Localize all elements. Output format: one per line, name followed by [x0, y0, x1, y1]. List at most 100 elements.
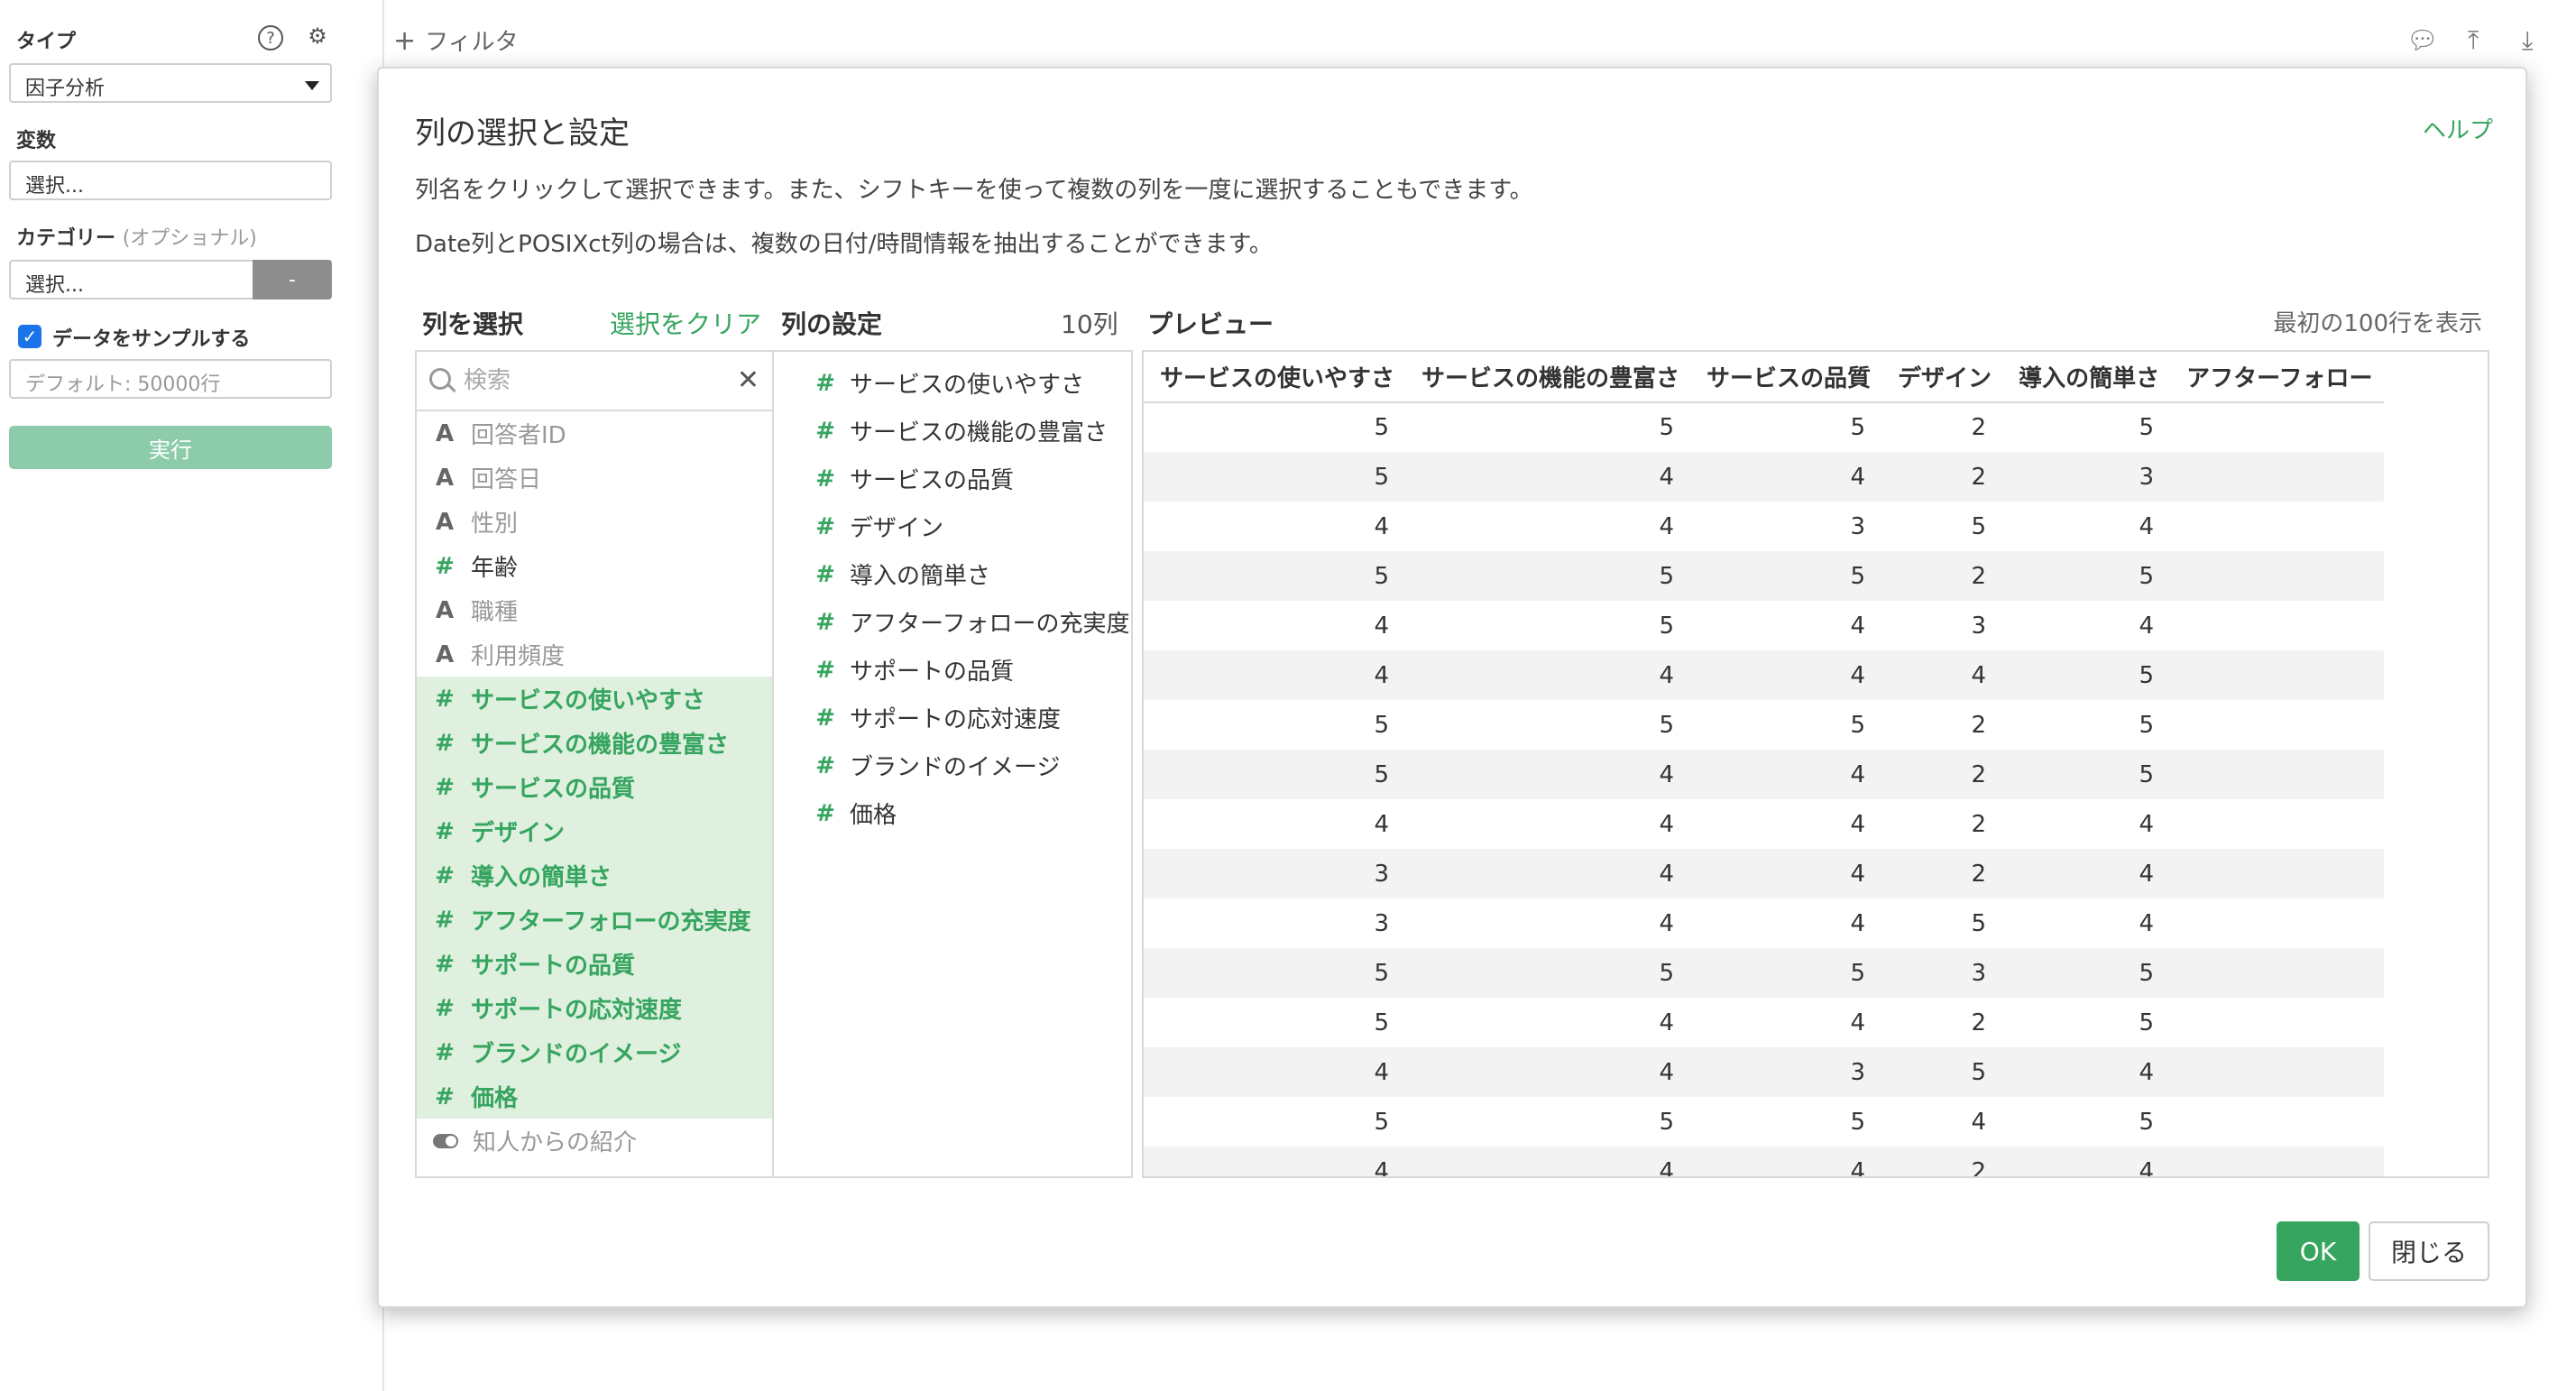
- upload-icon[interactable]: ⤒: [2468, 25, 2479, 56]
- preview-row: 5 5 5 4 5: [1144, 1097, 2384, 1147]
- preview-cell: 4: [1659, 1009, 1675, 1036]
- column-list-item[interactable]: # ブランドのイメージ: [417, 1030, 772, 1074]
- preview-panel[interactable]: サービスの使いやすさ サービスの機能の豊富さ サービスの品質 デザイン 導入の簡単さ アフ…: [1142, 350, 2489, 1178]
- preview-cell: 5: [1971, 512, 1987, 540]
- ok-button[interactable]: OK: [2277, 1221, 2360, 1281]
- close-button[interactable]: 閉じる: [2369, 1221, 2489, 1281]
- column-search-input[interactable]: [464, 361, 716, 401]
- category-optional: (オプショナル): [122, 227, 257, 250]
- column-list-item[interactable]: A 利用頻度: [417, 632, 772, 677]
- preview-row: 3 4 4 5 4: [1144, 898, 2384, 948]
- sample-size-input[interactable]: デフォルト: 50000行: [9, 359, 332, 399]
- preview-cell: 5: [1374, 1009, 1390, 1036]
- preview-cell: [2170, 452, 2384, 502]
- variable-select[interactable]: 選択...: [9, 161, 332, 200]
- preview-cell: 5: [1971, 909, 1987, 937]
- column-list-item[interactable]: # サービスの品質: [417, 765, 772, 809]
- column-list-item-label: 価格: [471, 1085, 519, 1112]
- type-select[interactable]: 因子分析: [9, 63, 332, 103]
- preview-note: 最初の100行を表示: [2273, 310, 2482, 337]
- sample-checkbox-label[interactable]: データをサンプルする: [52, 323, 250, 352]
- numeric-type-icon: #: [815, 799, 835, 827]
- column-setting-label: アフターフォローの充実度: [850, 611, 1130, 638]
- preview-cell: 3: [2002, 452, 2171, 502]
- clear-selection-link[interactable]: 選択をクリア: [610, 305, 761, 341]
- column-list-item[interactable]: # 年齢: [417, 544, 772, 588]
- column-setting-item[interactable]: # サポートの応対速度: [774, 694, 1131, 742]
- preview-cell: 5: [2139, 414, 2155, 441]
- column-list-item-label: サポートの応対速度: [471, 997, 683, 1024]
- column-list-item[interactable]: A 職種: [417, 588, 772, 632]
- preview-cell: 3: [1144, 849, 1406, 898]
- preview-cell: 4: [1971, 1108, 1987, 1136]
- numeric-type-icon: #: [435, 729, 455, 757]
- preview-cell: 4: [1405, 452, 1691, 502]
- add-filter-button[interactable]: + フィルタ: [393, 23, 519, 57]
- preview-row: 54425: [1144, 750, 2384, 799]
- column-setting-item[interactable]: # サービスの品質: [774, 455, 1131, 502]
- category-clear-button[interactable]: -: [253, 260, 332, 299]
- column-list-item[interactable]: # サポートの応対速度: [417, 986, 772, 1030]
- comment-icon[interactable]: 💬︎: [2406, 25, 2439, 55]
- preview-cell: 4: [1850, 909, 1866, 937]
- preview-cell: 5: [1405, 551, 1691, 601]
- column-list-item[interactable]: A 性別: [417, 500, 772, 544]
- preview-cell: [2170, 402, 2383, 452]
- preview-cell: 5: [2002, 650, 2171, 700]
- column-setting-item[interactable]: # サポートの品質: [774, 646, 1131, 694]
- download-icon[interactable]: ⤓: [2522, 25, 2533, 56]
- numeric-type-icon: #: [435, 773, 455, 801]
- column-list-item[interactable]: # 導入の簡単さ: [417, 853, 772, 898]
- preview-cell: 2: [1971, 414, 1987, 441]
- preview-cell: 5: [1659, 612, 1675, 640]
- preview-cell: 5: [2139, 711, 2155, 739]
- run-button[interactable]: 実行: [9, 426, 332, 469]
- column-list-item[interactable]: # サービスの機能の豊富さ: [417, 721, 772, 765]
- column-setting-item[interactable]: # サービスの使いやすさ: [774, 359, 1131, 407]
- preview-row: 54425: [1144, 998, 2384, 1047]
- preview-cell: [2170, 601, 2383, 650]
- column-list-item[interactable]: A 回答者ID: [417, 411, 772, 456]
- preview-column-header: サービスの品質: [1690, 352, 1882, 403]
- column-settings-title: 列の設定: [781, 309, 883, 339]
- preview-cell: 5: [2002, 948, 2171, 998]
- column-list-item[interactable]: # アフターフォローの充実度: [417, 898, 772, 942]
- preview-cell: 4: [1850, 810, 1866, 838]
- column-list-item[interactable]: A 回答日: [417, 456, 772, 500]
- left-panel: タイプ ? ⚙ 因子分析 変数 選択... カテゴリー (オプショナル) 選択.…: [0, 0, 384, 1391]
- preview-cell: 5: [1850, 414, 1866, 441]
- preview-cell: 4: [2139, 909, 2155, 937]
- column-setting-label: サービスの機能の豊富さ: [850, 419, 1109, 447]
- column-setting-item[interactable]: # ブランドのイメージ: [774, 742, 1131, 789]
- column-setting-item[interactable]: # デザイン: [774, 502, 1131, 550]
- preview-cell: 4: [1659, 810, 1675, 838]
- preview-cell: 5: [1405, 948, 1691, 998]
- category-select[interactable]: 選択...: [9, 260, 254, 299]
- column-setting-label: サポートの応対速度: [850, 706, 1062, 733]
- column-list-item[interactable]: # デザイン: [417, 809, 772, 853]
- help-link[interactable]: ヘルプ: [2423, 112, 2493, 145]
- preview-cell: 5: [1374, 414, 1390, 441]
- column-setting-item[interactable]: # 導入の簡単さ: [774, 550, 1131, 598]
- type-select-value: 因子分析: [25, 78, 106, 100]
- column-list-item[interactable]: # サポートの品質: [417, 942, 772, 986]
- column-setting-item[interactable]: # アフターフォローの充実度: [774, 598, 1131, 646]
- preview-cell: 3: [1690, 1047, 1882, 1097]
- preview-cell: 4: [1405, 1147, 1691, 1176]
- column-list-item[interactable]: # 価格: [417, 1074, 772, 1119]
- column-setting-item[interactable]: # サービスの機能の豊富さ: [774, 407, 1131, 455]
- close-icon[interactable]: ✕: [737, 364, 759, 396]
- sample-checkbox[interactable]: ✓: [18, 325, 41, 348]
- help-icon[interactable]: ?: [258, 25, 283, 51]
- gear-icon[interactable]: ⚙: [303, 22, 332, 51]
- preview-cell: [2170, 849, 2384, 898]
- caret-down-icon: [305, 81, 319, 90]
- column-list-item[interactable]: 知人からの紹介: [417, 1119, 772, 1163]
- preview-cell: 4: [1405, 1047, 1691, 1097]
- column-list-item[interactable]: # サービスの使いやすさ: [417, 677, 772, 721]
- preview-cell: 2: [1881, 1147, 2003, 1176]
- column-setting-label: デザイン: [850, 515, 944, 542]
- column-setting-item[interactable]: # 価格: [774, 789, 1131, 837]
- preview-row: 5 5 5 2 5: [1144, 402, 2384, 452]
- preview-cell: 4: [1405, 750, 1691, 799]
